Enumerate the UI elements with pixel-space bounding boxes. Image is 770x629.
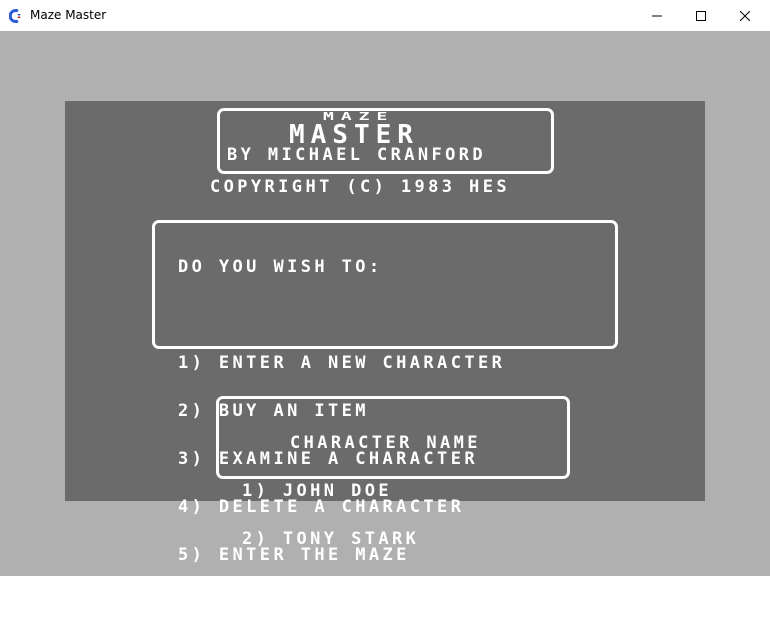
character-list-item[interactable]: 1) JOHN DOE	[242, 483, 481, 500]
close-icon	[740, 10, 750, 21]
minimize-icon	[652, 15, 662, 16]
window-title: Maze Master	[30, 8, 107, 22]
minimize-button[interactable]	[634, 0, 680, 31]
close-button[interactable]	[722, 0, 768, 31]
maximize-icon	[696, 10, 706, 21]
character-list-item[interactable]: 3) DR STRANGE	[242, 579, 481, 596]
game-byline: BY MICHAEL CRANFORD	[227, 145, 487, 165]
character-list-item[interactable]: 2) TONY STARK	[242, 531, 481, 548]
copyright-text: COPYRIGHT (C) 1983 HES	[210, 177, 510, 197]
game-screen[interactable]: MAZE MASTER BY MICHAEL CRANFORD COPYRIGH…	[65, 101, 705, 596]
menu-prompt: DO YOU WISH TO:	[178, 257, 383, 277]
character-list-header: CHARACTER NAME	[290, 433, 481, 453]
app-icon	[8, 8, 23, 23]
character-list: CHARACTER NAME 1) JOHN DOE 2) TONY STARK…	[242, 403, 481, 627]
game-title-main: MASTER	[289, 120, 419, 150]
menu-option-new-character[interactable]: 1) ENTER A NEW CHARACTER	[178, 355, 505, 372]
window-titlebar[interactable]: Maze Master	[0, 0, 770, 31]
maximize-button[interactable]	[678, 0, 724, 31]
